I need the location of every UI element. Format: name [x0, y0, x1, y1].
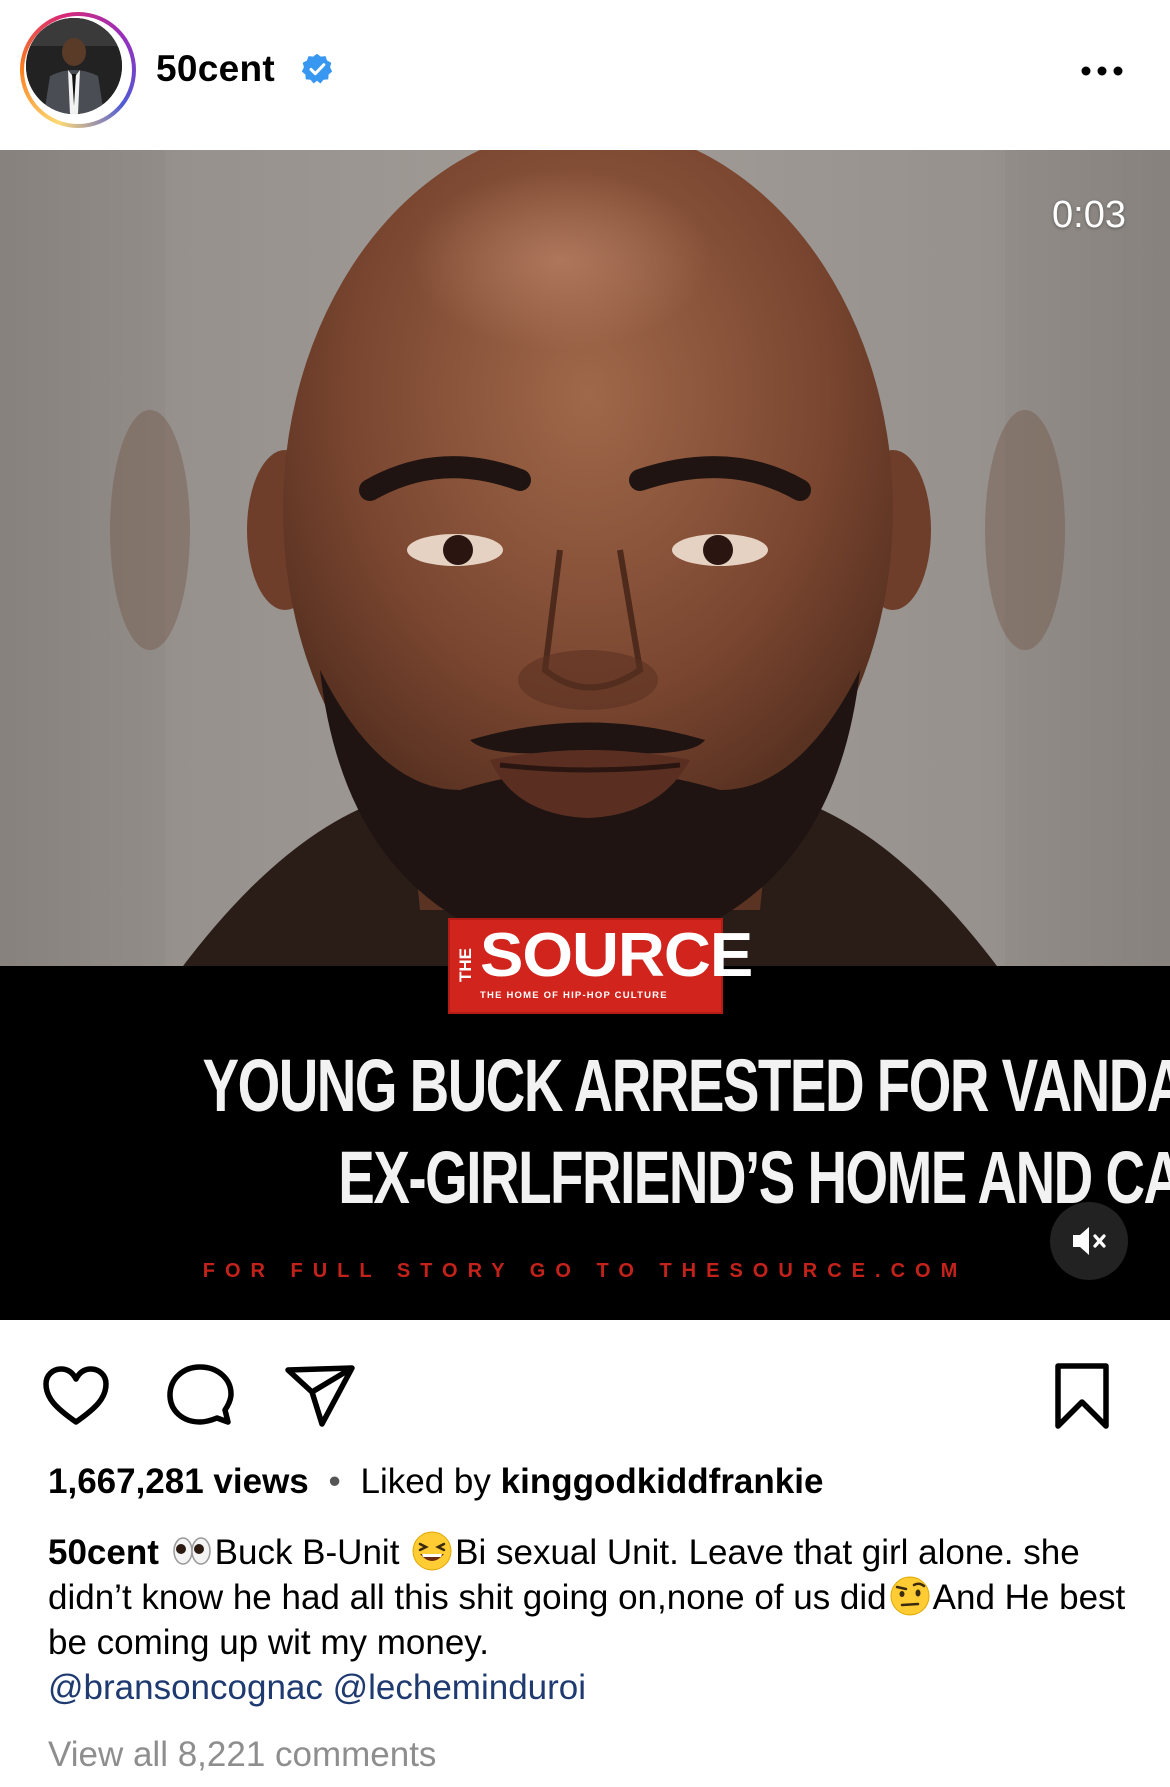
- like-button[interactable]: [38, 1358, 114, 1434]
- heart-icon: [43, 1366, 109, 1425]
- verified-badge-icon: [301, 53, 333, 84]
- caption-text-1: Buck B-Unit: [214, 1533, 400, 1572]
- the-source-logo: THE SOURCE THE HOME OF HIP-HOP CULTURE: [448, 918, 753, 1014]
- caption-username[interactable]: 50cent: [48, 1533, 159, 1572]
- comment-button[interactable]: [162, 1358, 238, 1434]
- eyes-emoji-icon: [172, 1537, 211, 1565]
- logo-tagline: THE HOME OF HIP-HOP CULTURE: [480, 990, 668, 1001]
- headline-line-2: EX-GIRLFRIEND’S HOME AND CAR: [338, 1136, 1170, 1219]
- mention-link[interactable]: @bransoncognac: [48, 1668, 323, 1707]
- story-ring[interactable]: [20, 12, 136, 128]
- bookmark-icon: [1055, 1363, 1109, 1429]
- view-all-comments-link[interactable]: View all 8,221 comments: [48, 1735, 436, 1775]
- mention-link[interactable]: @lecheminduroi: [333, 1668, 586, 1707]
- more-options-icon[interactable]: [1078, 56, 1126, 86]
- mute-button[interactable]: [1050, 1202, 1128, 1280]
- video-timestamp: 0:03: [1052, 194, 1126, 236]
- raised-eyebrow-emoji-icon: [890, 1576, 930, 1616]
- grinning-squinting-emoji-icon: [412, 1531, 452, 1571]
- avatar[interactable]: [26, 18, 122, 114]
- headline-line-1: YOUNG BUCK ARRESTED FOR VANDALIZING: [202, 1044, 1170, 1127]
- logo-the-text: THE: [456, 948, 475, 982]
- save-button[interactable]: [1044, 1358, 1120, 1434]
- caption: 50cent Buck B-Unit Bi sexual Unit. Leave…: [48, 1530, 1138, 1710]
- separator-dot: •: [328, 1462, 341, 1501]
- paper-plane-icon: [285, 1365, 355, 1427]
- post-header: 50cent: [0, 0, 1170, 150]
- logo-source-text: SOURCE: [480, 921, 753, 990]
- post-video[interactable]: 0:03 THE SOURCE THE HOME OF HIP-HOP CULT…: [0, 150, 1170, 1320]
- view-count[interactable]: 1,667,281 views: [48, 1462, 309, 1501]
- comment-bubble-icon: [167, 1364, 234, 1425]
- username[interactable]: 50cent: [156, 48, 275, 90]
- headline: YOUNG BUCK ARRESTED FOR VANDALIZING EX-G…: [0, 1040, 1170, 1224]
- full-story-link: FOR FULL STORY GO TO THESOURCE.COM: [202, 1260, 968, 1282]
- likes-row: 1,667,281 views • Liked by kinggodkiddfr…: [48, 1462, 823, 1502]
- speaker-muted-icon: [1073, 1227, 1106, 1255]
- share-button[interactable]: [282, 1358, 358, 1434]
- liked-by-label: Liked by: [360, 1462, 491, 1501]
- liked-by-user[interactable]: kinggodkiddfrankie: [501, 1462, 824, 1501]
- action-bar: [0, 1320, 1170, 1450]
